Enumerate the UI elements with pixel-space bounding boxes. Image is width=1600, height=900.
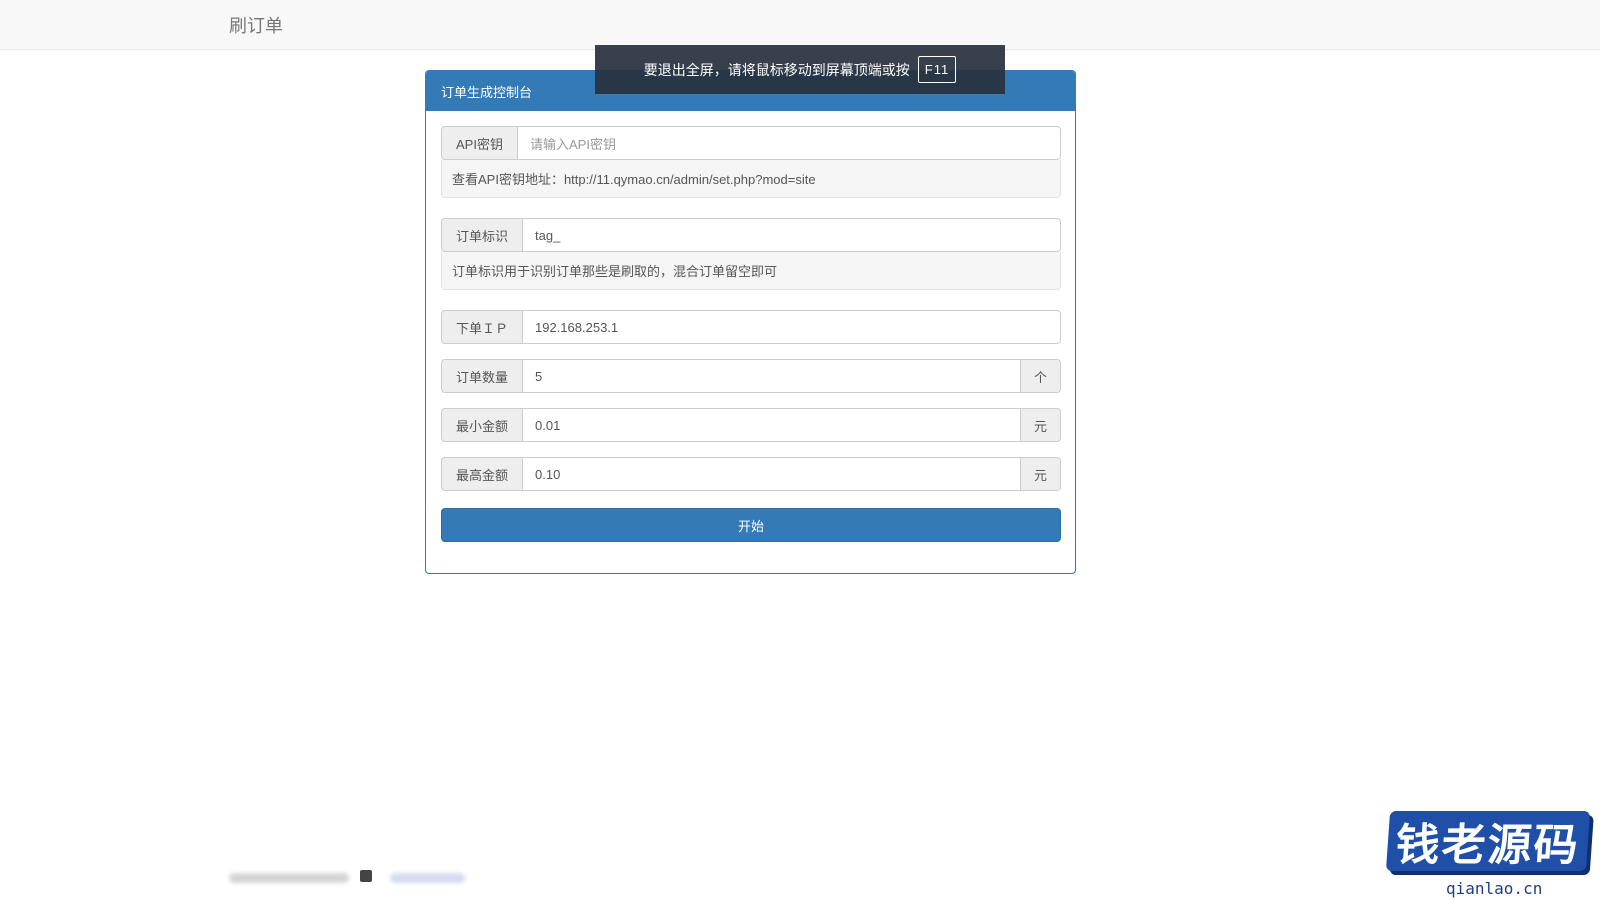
order-tag-help: 订单标识用于识别订单那些是刷取的，混合订单留空即可 bbox=[441, 252, 1061, 290]
max-amount-label: 最高金额 bbox=[441, 457, 522, 491]
watermark-title: 钱老源码 bbox=[1385, 811, 1591, 871]
start-button[interactable]: 开始 bbox=[441, 508, 1061, 542]
fullscreen-notice: 要退出全屏，请将鼠标移动到屏幕顶端或按 F11 bbox=[595, 45, 1005, 94]
order-tag-group: 订单标识 tag_ bbox=[441, 218, 1061, 252]
order-ip-input[interactable]: 192.168.253.1 bbox=[522, 310, 1061, 344]
min-amount-unit: 元 bbox=[1021, 408, 1061, 442]
max-amount-group: 最高金额 0.10 元 bbox=[441, 457, 1061, 491]
order-tag-label: 订单标识 bbox=[441, 218, 522, 252]
order-ip-label: 下单ＩＰ bbox=[441, 310, 522, 344]
footer-copyright-blurred bbox=[229, 873, 349, 883]
order-tag-input[interactable]: tag_ bbox=[522, 218, 1061, 252]
top-navbar: 刷订单 bbox=[0, 0, 1600, 50]
fullscreen-notice-text: 要退出全屏，请将鼠标移动到屏幕顶端或按 bbox=[643, 61, 910, 78]
footer-link-blurred bbox=[390, 873, 465, 883]
watermark-logo: 钱老源码 qianlao.cn bbox=[1376, 793, 1600, 900]
order-count-label: 订单数量 bbox=[441, 359, 522, 393]
min-amount-label: 最小金额 bbox=[441, 408, 522, 442]
api-key-input[interactable]: 请输入API密钥 bbox=[517, 126, 1061, 160]
max-amount-unit: 元 bbox=[1021, 457, 1061, 491]
api-key-group: API密钥 请输入API密钥 bbox=[441, 126, 1061, 160]
order-console-panel: 订单生成控制台 API密钥 请输入API密钥 查看API密钥地址：http://… bbox=[425, 70, 1076, 574]
max-amount-input[interactable]: 0.10 bbox=[522, 457, 1021, 491]
order-ip-group: 下单ＩＰ 192.168.253.1 bbox=[441, 310, 1061, 344]
f11-key-badge: F11 bbox=[917, 56, 957, 83]
api-key-label: API密钥 bbox=[441, 126, 517, 160]
api-key-help: 查看API密钥地址：http://11.qymao.cn/admin/set.p… bbox=[441, 160, 1061, 198]
order-count-unit: 个 bbox=[1021, 359, 1061, 393]
order-count-input[interactable]: 5 bbox=[522, 359, 1021, 393]
footer-icon bbox=[360, 870, 372, 882]
order-count-group: 订单数量 5 个 bbox=[441, 359, 1061, 393]
navbar-brand[interactable]: 刷订单 bbox=[229, 12, 283, 38]
min-amount-group: 最小金额 0.01 元 bbox=[441, 408, 1061, 442]
min-amount-input[interactable]: 0.01 bbox=[522, 408, 1021, 442]
watermark-domain: qianlao.cn bbox=[1446, 879, 1543, 898]
